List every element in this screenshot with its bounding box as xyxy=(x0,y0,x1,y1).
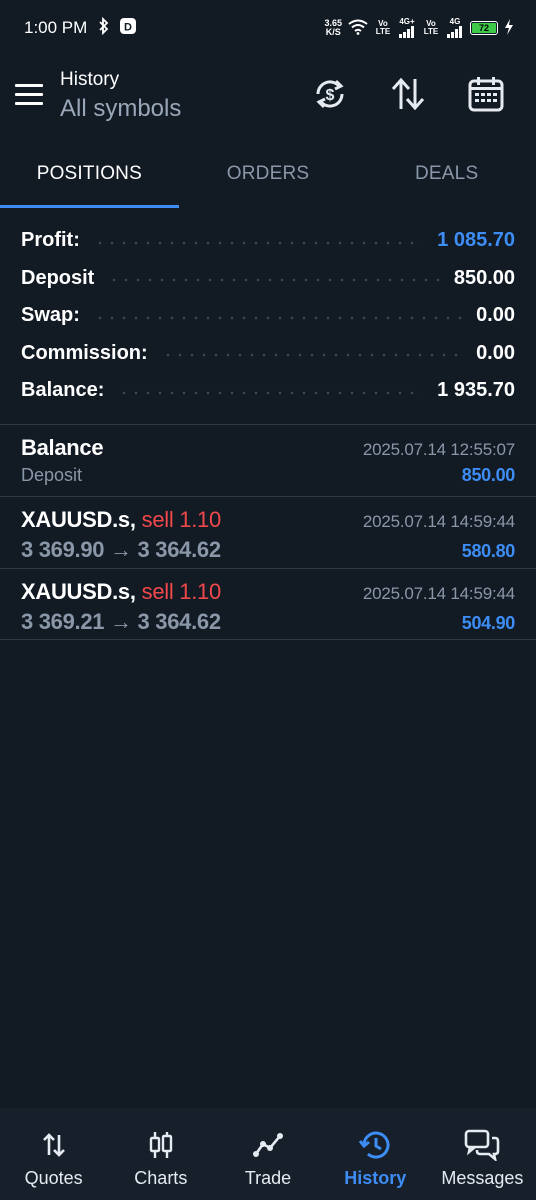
summary-block: Profit: 1 085.70 Deposit 850.00 Swap: 0.… xyxy=(0,222,536,410)
bottom-navigation: Quotes Charts Trade History Messages xyxy=(0,1108,536,1200)
history-item-amount: 850.00 xyxy=(461,465,516,485)
history-item-prices: 3 369.21 → 3 364.62 xyxy=(21,609,221,634)
sim1-signal-icon: 4G+ xyxy=(398,18,416,38)
summary-row-deposit: Deposit 850.00 xyxy=(0,260,536,298)
summary-row-commission: Commission: 0.00 xyxy=(0,335,536,373)
nav-quotes[interactable]: Quotes xyxy=(0,1108,107,1200)
dot-leader xyxy=(93,315,463,320)
summary-label: Deposit xyxy=(21,266,95,289)
calendar-button[interactable] xyxy=(456,66,516,126)
history-item-date: 2025.07.14 12:55:07 xyxy=(362,440,515,459)
tab-deals[interactable]: DEALS xyxy=(357,140,536,208)
history-item-subtitle: Deposit xyxy=(21,465,83,485)
svg-text:D: D xyxy=(124,21,132,33)
history-item-action: sell 1.10 xyxy=(141,579,222,604)
currency-exchange-button[interactable]: $ xyxy=(300,66,360,126)
header-title-block[interactable]: History All symbols xyxy=(60,69,181,123)
sim1-volte-label: Vo LTE xyxy=(375,19,391,36)
battery-icon: 72 xyxy=(470,21,498,35)
tab-positions[interactable]: POSITIONS xyxy=(0,140,179,208)
nav-trade[interactable]: Trade xyxy=(214,1108,321,1200)
status-bar: 1:00 PM D 3.65 K/S Vo LTE 4G+ Vo LTE 4G … xyxy=(0,0,536,56)
sim2-signal-icon: 4G xyxy=(446,18,464,38)
quotes-icon xyxy=(41,1128,67,1162)
dot-leader xyxy=(108,278,440,283)
nav-messages[interactable]: Messages xyxy=(429,1108,536,1200)
bluetooth-icon xyxy=(97,16,111,40)
history-item-amount: 580.80 xyxy=(461,541,516,561)
sim2-volte-label: Vo LTE xyxy=(423,19,439,36)
symbol-filter: All symbols xyxy=(60,95,182,122)
summary-row-profit: Profit: 1 085.70 xyxy=(0,222,536,260)
charts-icon xyxy=(148,1128,174,1162)
history-item[interactable]: XAUUSD.s, sell 1.10 2025.07.14 14:59:44 … xyxy=(0,497,536,568)
summary-label: Profit: xyxy=(21,229,80,252)
network-speed: 3.65 K/S xyxy=(324,18,342,37)
charging-icon xyxy=(504,19,514,37)
sort-button[interactable] xyxy=(378,66,438,126)
dot-leader xyxy=(118,390,424,395)
summary-label: Balance: xyxy=(21,379,105,402)
trade-icon xyxy=(252,1128,284,1162)
summary-label: Commission: xyxy=(21,341,148,364)
history-item[interactable]: Balance 2025.07.14 12:55:07 Deposit 850.… xyxy=(0,425,536,496)
messages-icon xyxy=(464,1128,500,1162)
summary-value: 1 085.70 xyxy=(437,229,515,252)
app-notification-icon: D xyxy=(119,17,137,40)
wifi-icon xyxy=(348,19,368,37)
history-icon xyxy=(358,1128,392,1162)
history-item-date: 2025.07.14 14:59:44 xyxy=(362,512,515,531)
hamburger-icon xyxy=(15,83,45,110)
nav-history[interactable]: History xyxy=(322,1108,429,1200)
status-time: 1:00 PM xyxy=(24,18,88,37)
summary-value: 850.00 xyxy=(453,266,515,289)
history-item-amount: 504.90 xyxy=(461,613,516,633)
dot-leader xyxy=(161,353,463,358)
history-tabs: POSITIONS ORDERS DEALS xyxy=(0,140,536,208)
history-item-prices: 3 369.90 → 3 364.62 xyxy=(21,537,221,562)
summary-label: Swap: xyxy=(21,304,80,327)
summary-row-swap: Swap: 0.00 xyxy=(0,297,536,335)
history-item-title: XAUUSD.s, xyxy=(21,507,136,532)
history-item[interactable]: XAUUSD.s, sell 1.10 2025.07.14 14:59:44 … xyxy=(0,569,536,640)
dot-leader xyxy=(93,240,424,245)
calendar-icon xyxy=(468,76,504,117)
sort-arrows-icon xyxy=(390,77,426,116)
history-item-title: XAUUSD.s, xyxy=(21,579,136,604)
currency-exchange-icon: $ xyxy=(312,76,348,117)
app-header: History All symbols $ xyxy=(0,60,536,132)
page-title: History xyxy=(60,69,120,90)
summary-value: 0.00 xyxy=(476,341,515,364)
tab-orders[interactable]: ORDERS xyxy=(179,140,358,208)
menu-button[interactable] xyxy=(0,66,60,126)
nav-charts[interactable]: Charts xyxy=(107,1108,214,1200)
history-item-action: sell 1.10 xyxy=(141,507,222,532)
history-item-date: 2025.07.14 14:59:44 xyxy=(362,584,515,603)
summary-row-balance: Balance: 1 935.70 xyxy=(0,372,536,410)
svg-text:$: $ xyxy=(326,87,335,104)
history-item-title: Balance xyxy=(21,435,104,460)
summary-value: 0.00 xyxy=(476,304,515,327)
divider xyxy=(0,639,536,640)
summary-value: 1 935.70 xyxy=(437,379,515,402)
